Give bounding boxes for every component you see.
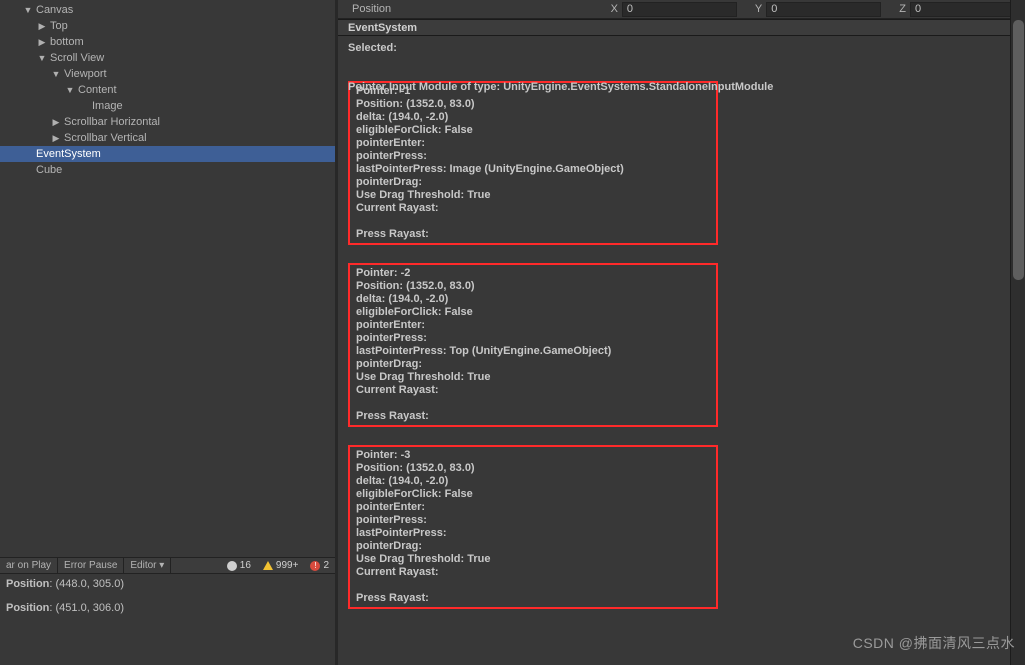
warn-icon <box>263 561 273 570</box>
hierarchy-item-label: Canvas <box>34 2 73 18</box>
error-icon: ! <box>310 561 320 571</box>
pointer-info-line: pointerDrag: <box>356 540 710 553</box>
pointer-info-line: Use Drag Threshold: True <box>356 371 710 384</box>
pointer-info-line: pointerDrag: <box>356 176 710 189</box>
warn-count[interactable]: 999+ <box>257 558 305 573</box>
hierarchy-item-scrollbar-vertical[interactable]: ▶Scrollbar Vertical <box>0 130 335 146</box>
hierarchy-item-viewport[interactable]: ▼Viewport <box>0 66 335 82</box>
hierarchy-item-label: Scrollbar Vertical <box>62 130 147 146</box>
pointer-info-line: delta: (194.0, -2.0) <box>356 475 710 488</box>
pointer-info-line: pointerEnter: <box>356 501 710 514</box>
console-panel: ar on Play Error Pause Editor ▾ 16 999+ … <box>0 557 335 665</box>
pointer-info-line: Use Drag Threshold: True <box>356 189 710 202</box>
pointer-info-line: eligibleForClick: False <box>356 306 710 319</box>
pointer-info-line: Press Rayast: <box>356 228 710 241</box>
watermark: CSDN @拂面清风三点水 <box>853 633 1015 653</box>
error-count[interactable]: ! 2 <box>304 558 335 573</box>
hierarchy-item-scroll-view[interactable]: ▼Scroll View <box>0 50 335 66</box>
pointer-info-line: Current Rayast: <box>356 566 710 579</box>
pointer-info-line: Press Rayast: <box>356 592 710 605</box>
pointer-info-line: Current Rayast: <box>356 202 710 215</box>
pointer-info-line: Position: (1352.0, 83.0) <box>356 280 710 293</box>
hierarchy-item-cube[interactable]: Cube <box>0 162 335 178</box>
pointer-info-line: lastPointerPress: Image (UnityEngine.Gam… <box>356 163 710 176</box>
console-log-line[interactable]: Position: (451.0, 306.0) <box>6 602 329 614</box>
foldout-icon[interactable]: ▶ <box>50 114 62 130</box>
inspector-scrollbar[interactable] <box>1010 0 1025 665</box>
hierarchy-item-label: EventSystem <box>34 146 101 162</box>
pointer-info-line: Use Drag Threshold: True <box>356 553 710 566</box>
pointer-info-line: lastPointerPress: <box>356 527 710 540</box>
hierarchy-item-image[interactable]: Image <box>0 98 335 114</box>
pos-y-input[interactable] <box>766 2 881 17</box>
pointer-info-line: Current Rayast: <box>356 384 710 397</box>
console-toolbar: ar on Play Error Pause Editor ▾ 16 999+ … <box>0 557 335 574</box>
editor-dropdown[interactable]: Editor ▾ <box>124 558 171 573</box>
transform-position-row: Position X Y Z <box>338 0 1025 19</box>
pos-y-label: Y <box>755 3 762 15</box>
pointer-info-line: Pointer: -3 <box>356 449 710 462</box>
foldout-icon[interactable]: ▶ <box>36 18 48 34</box>
pointer-info-line: eligibleForClick: False <box>356 124 710 137</box>
hierarchy-item-label: bottom <box>48 34 84 50</box>
hierarchy-item-eventsystem[interactable]: EventSystem <box>0 146 335 162</box>
foldout-icon[interactable]: ▼ <box>36 50 48 66</box>
hierarchy-item-bottom[interactable]: ▶bottom <box>0 34 335 50</box>
hierarchy-item-label: Top <box>48 18 68 34</box>
hierarchy-item-scrollbar-horizontal[interactable]: ▶Scrollbar Horizontal <box>0 114 335 130</box>
pointer-info-line: pointerEnter: <box>356 319 710 332</box>
info-icon <box>227 561 237 571</box>
pointer-info-line: pointerDrag: <box>356 358 710 371</box>
hierarchy-item-label: Scroll View <box>48 50 104 66</box>
error-pause-button[interactable]: Error Pause <box>58 558 124 573</box>
hierarchy-item-top[interactable]: ▶Top <box>0 18 335 34</box>
inspector-scrollbar-thumb[interactable] <box>1013 20 1024 280</box>
hierarchy-item-label: Viewport <box>62 66 107 82</box>
error-count-value: 2 <box>323 560 329 571</box>
pointer-info-line: eligibleForClick: False <box>356 488 710 501</box>
foldout-icon[interactable]: ▼ <box>50 66 62 82</box>
hierarchy-item-label: Content <box>76 82 117 98</box>
console-log-line[interactable]: Position: (448.0, 305.0) <box>6 578 329 590</box>
pos-x-label: X <box>611 3 618 15</box>
foldout-icon[interactable]: ▼ <box>64 82 76 98</box>
pointer-info-line: Press Rayast: <box>356 410 710 423</box>
clear-on-play-button[interactable]: ar on Play <box>0 558 58 573</box>
pointer-info-line: delta: (194.0, -2.0) <box>356 293 710 306</box>
pos-z-input[interactable] <box>910 2 1025 17</box>
pointer-info-line: Position: (1352.0, 83.0) <box>356 98 710 111</box>
pointer-block--2: Pointer: -2Position: (1352.0, 83.0)delta… <box>348 263 718 427</box>
pointer-info-line: Position: (1352.0, 83.0) <box>356 462 710 475</box>
foldout-icon[interactable]: ▼ <box>22 2 34 18</box>
pos-z-label: Z <box>899 3 906 15</box>
hierarchy-item-label: Scrollbar Horizontal <box>62 114 160 130</box>
hierarchy-item-canvas[interactable]: ▼Canvas <box>0 2 335 18</box>
pointer-info-line: pointerEnter: <box>356 137 710 150</box>
pointer-info-line: delta: (194.0, -2.0) <box>356 111 710 124</box>
eventsystem-component-header[interactable]: EventSystem <box>338 19 1025 36</box>
pointer-info-line: pointerPress: <box>356 514 710 527</box>
pos-x-input[interactable] <box>622 2 737 17</box>
pointer-block--1: Pointer: -1Position: (1352.0, 83.0)delta… <box>348 81 718 245</box>
info-count[interactable]: 16 <box>221 558 257 573</box>
hierarchy-panel: ▼Canvas▶Top▶bottom▼Scroll View▼Viewport▼… <box>0 0 335 555</box>
pointer-info-line: lastPointerPress: Top (UnityEngine.GameO… <box>356 345 710 358</box>
position-label: Position <box>338 3 597 15</box>
pointer-info-line: pointerPress: <box>356 150 710 163</box>
selected-label: Selected: <box>348 42 397 54</box>
info-count-value: 16 <box>240 560 251 571</box>
pointer-block--3: Pointer: -3Position: (1352.0, 83.0)delta… <box>348 445 718 609</box>
hierarchy-item-content[interactable]: ▼Content <box>0 82 335 98</box>
inspector-panel: Position X Y Z EventSystem Selected: Poi… <box>338 0 1025 665</box>
foldout-icon[interactable]: ▶ <box>36 34 48 50</box>
foldout-icon[interactable]: ▶ <box>50 130 62 146</box>
hierarchy-item-label: Cube <box>34 162 62 178</box>
pointer-info-line: pointerPress: <box>356 332 710 345</box>
warn-count-value: 999+ <box>276 560 299 571</box>
pointer-info-line: Pointer: -2 <box>356 267 710 280</box>
hierarchy-item-label: Image <box>90 98 123 114</box>
